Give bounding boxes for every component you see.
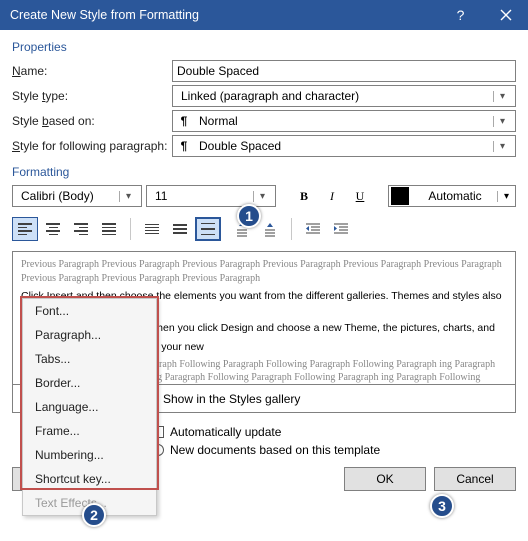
increase-indent-button[interactable] bbox=[328, 217, 354, 241]
paragraph-mark-icon: ¶ bbox=[177, 139, 191, 153]
properties-heading: Properties bbox=[12, 40, 516, 54]
color-swatch-icon bbox=[391, 187, 409, 205]
preview-prev-para: Previous Paragraph Previous Paragraph Pr… bbox=[21, 258, 507, 285]
following-label: Style for following paragraph: bbox=[12, 139, 172, 153]
menu-frame[interactable]: Frame... bbox=[23, 419, 156, 443]
basedon-label: Style based on: bbox=[12, 114, 172, 128]
chevron-down-icon: ▾ bbox=[497, 191, 515, 202]
basedon-select[interactable]: ¶ Normal ▾ bbox=[172, 110, 516, 132]
separator bbox=[130, 218, 131, 240]
align-justify-button[interactable] bbox=[96, 217, 122, 241]
menu-tabs[interactable]: Tabs... bbox=[23, 347, 156, 371]
bold-button[interactable]: B bbox=[292, 185, 316, 207]
styletype-select[interactable]: Linked (paragraph and character) ▾ bbox=[172, 85, 516, 107]
underline-button[interactable]: U bbox=[348, 185, 372, 207]
font-select[interactable]: Calibri (Body) ▾ bbox=[12, 185, 142, 207]
styletype-label: Style type: bbox=[12, 89, 172, 103]
chevron-down-icon: ▾ bbox=[493, 141, 511, 152]
following-select[interactable]: ¶ Double Spaced ▾ bbox=[172, 135, 516, 157]
ok-button[interactable]: OK bbox=[344, 467, 426, 491]
chevron-down-icon: ▾ bbox=[493, 91, 511, 102]
menu-shortcut[interactable]: Shortcut key... bbox=[23, 467, 156, 491]
decrease-indent-button[interactable] bbox=[300, 217, 326, 241]
paragraph-mark-icon: ¶ bbox=[177, 114, 191, 128]
title-bar: Create New Style from Formatting ? bbox=[0, 0, 528, 30]
name-input[interactable] bbox=[172, 60, 516, 82]
close-button[interactable] bbox=[483, 0, 528, 30]
font-size-select[interactable]: 11 ▾ bbox=[146, 185, 276, 207]
font-color-select[interactable]: Automatic ▾ bbox=[388, 185, 516, 207]
callout-2: 2 bbox=[82, 503, 106, 527]
format-menu: Font... Paragraph... Tabs... Border... L… bbox=[22, 298, 157, 516]
cancel-button[interactable]: Cancel bbox=[434, 467, 516, 491]
align-right-button[interactable] bbox=[68, 217, 94, 241]
menu-paragraph[interactable]: Paragraph... bbox=[23, 323, 156, 347]
space-before-decrease-button[interactable] bbox=[257, 217, 283, 241]
menu-font[interactable]: Font... bbox=[23, 299, 156, 323]
callout-3: 3 bbox=[430, 494, 454, 518]
callout-1: 1 bbox=[237, 204, 261, 228]
spacing-double-button[interactable] bbox=[195, 217, 221, 241]
name-label: Name: bbox=[12, 64, 172, 78]
chevron-down-icon: ▾ bbox=[253, 191, 271, 202]
chevron-down-icon: ▾ bbox=[493, 116, 511, 127]
dialog-title: Create New Style from Formatting bbox=[10, 8, 438, 22]
menu-numbering[interactable]: Numbering... bbox=[23, 443, 156, 467]
formatting-heading: Formatting bbox=[12, 165, 516, 179]
spacing-onehalf-button[interactable] bbox=[167, 217, 193, 241]
spacing-single-button[interactable] bbox=[139, 217, 165, 241]
align-left-button[interactable] bbox=[12, 217, 38, 241]
align-center-button[interactable] bbox=[40, 217, 66, 241]
italic-button[interactable]: I bbox=[320, 185, 344, 207]
menu-border[interactable]: Border... bbox=[23, 371, 156, 395]
paragraph-toolbar bbox=[12, 217, 516, 241]
menu-language[interactable]: Language... bbox=[23, 395, 156, 419]
chevron-down-icon: ▾ bbox=[119, 191, 137, 202]
help-button[interactable]: ? bbox=[438, 0, 483, 30]
separator bbox=[291, 218, 292, 240]
